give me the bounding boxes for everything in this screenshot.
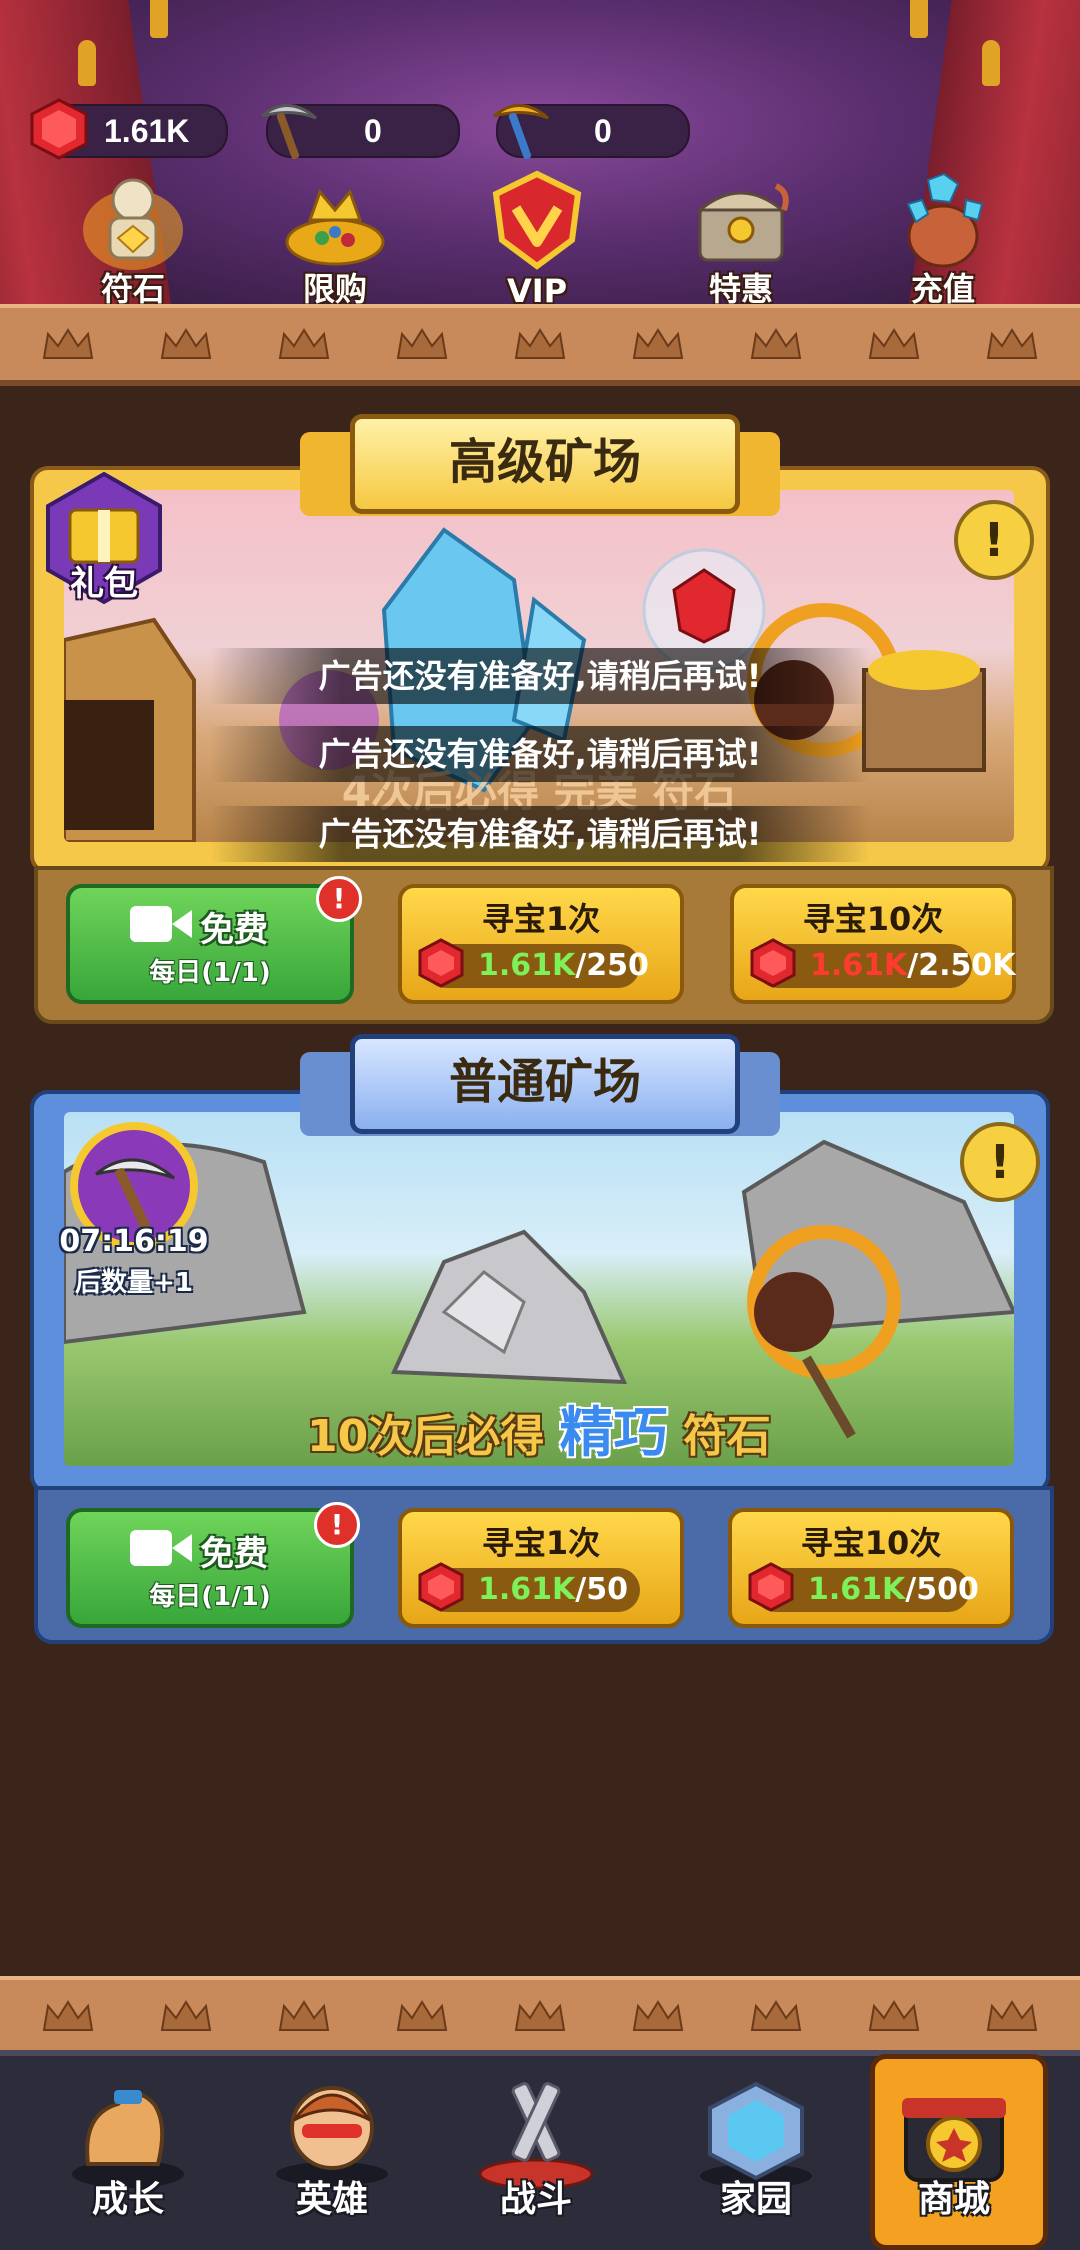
- red-gem-icon: [750, 938, 796, 988]
- normal-ten-draw-button[interactable]: 寻宝10次 1.61K/500: [728, 1508, 1014, 1628]
- normal-free-label: 免费: [200, 1534, 268, 1574]
- toast-message: 广告还没有准备好,请稍后再试!: [210, 806, 870, 862]
- pickaxe-refill-timer: 07:16:19 后数量+1: [59, 1120, 209, 1298]
- normal-free-button[interactable]: 免费 每日(1/1): [66, 1508, 354, 1628]
- pickaxe-count: 0: [364, 113, 382, 149]
- tassel-decoration: [910, 0, 928, 38]
- advanced-free-button[interactable]: 免费 每日(1/1): [66, 884, 354, 1004]
- crown-icon: [42, 2000, 94, 2031]
- gem-count: 1.61K: [104, 113, 190, 149]
- advanced-single-draw-label: 寻宝1次: [481, 900, 601, 938]
- advanced-ten-draw-button[interactable]: 寻宝10次 1.61K/2.50K: [730, 884, 1016, 1004]
- video-camera-icon: [130, 906, 192, 942]
- advanced-free-label: 免费: [200, 910, 268, 950]
- normal-free-alert-badge: !: [314, 1502, 360, 1548]
- advanced-free-alert-badge: !: [316, 876, 362, 922]
- nav-shop[interactable]: 商城: [864, 2070, 1044, 2240]
- advanced-mine-title: 高级矿场: [350, 414, 740, 514]
- crown-icon: [278, 2000, 330, 2031]
- normal-single-draw-button[interactable]: 寻宝1次 1.61K/50: [398, 1508, 684, 1628]
- crown-icon: [42, 328, 94, 359]
- advanced-free-daily: 每日(1/1): [149, 958, 271, 988]
- menu-recharge[interactable]: 充值: [868, 170, 1018, 310]
- normal-info-button[interactable]: !: [960, 1122, 1040, 1202]
- menu-vip[interactable]: VIP: [462, 170, 612, 310]
- pickaxe-timer: 07:16:19: [59, 1224, 209, 1259]
- normal-mine-title: 普通矿场: [350, 1034, 740, 1134]
- top-stage-background: 1.61K 0 0 符石 限购 VIP 特惠 充值: [0, 0, 1080, 310]
- gem-bag-icon: [906, 172, 984, 268]
- gift-pack-label: 礼包: [70, 564, 138, 604]
- advanced-info-button[interactable]: !: [954, 500, 1034, 580]
- menu-rune[interactable]: 符石: [58, 170, 208, 310]
- tassel-decoration: [150, 0, 168, 38]
- normal-ten-draw-label: 寻宝10次: [800, 1524, 942, 1562]
- normal-ten-price: /500: [905, 1572, 979, 1607]
- nav-heroes[interactable]: 英雄: [242, 2070, 422, 2240]
- nav-home[interactable]: 家园: [666, 2070, 846, 2240]
- crown-icon: [160, 2000, 212, 2031]
- gift-pack-button[interactable]: 礼包: [34, 470, 174, 610]
- crown-icon: [278, 328, 330, 359]
- nav-battle[interactable]: 战斗: [446, 2070, 626, 2240]
- crown-icon: [868, 2000, 920, 2031]
- crown-icon: [750, 328, 802, 359]
- crown-icon: [868, 328, 920, 359]
- toast-message: 广告还没有准备好,请稍后再试!: [210, 648, 870, 704]
- crown-band-top: [0, 304, 1080, 386]
- normal-single-price: /50: [575, 1572, 628, 1607]
- crown-icon: [396, 2000, 448, 2031]
- normal-guarantee-quality: 精巧: [559, 1401, 668, 1464]
- normal-free-daily: 每日(1/1): [149, 1582, 271, 1612]
- advanced-ten-price: /2.50K: [907, 948, 1016, 983]
- crown-icon: [396, 328, 448, 359]
- advanced-ten-have: 1.61K: [810, 948, 908, 983]
- normal-guarantee-text: 10次后必得 精巧 符石: [64, 1388, 1014, 1466]
- nav-growth[interactable]: 成长: [38, 2070, 218, 2240]
- crown-icon: [514, 2000, 566, 2031]
- nav-home-label: 家园: [719, 2179, 792, 2220]
- normal-single-have: 1.61K: [478, 1572, 576, 1607]
- advanced-single-price: /250: [575, 948, 649, 983]
- rune-statue-icon: [83, 178, 183, 270]
- crown-icon: [514, 328, 566, 359]
- nav-growth-label: 成长: [91, 2179, 164, 2220]
- crown-icon: [632, 328, 684, 359]
- pickaxe-icon: [261, 104, 317, 160]
- normal-single-draw-label: 寻宝1次: [481, 1524, 601, 1562]
- advanced-single-have: 1.61K: [478, 948, 576, 983]
- crown-icon: [632, 2000, 684, 2031]
- golden-pickaxe-icon: [493, 104, 549, 160]
- normal-guarantee-suffix: 符石: [682, 1411, 771, 1462]
- golden-pickaxe-count: 0: [594, 113, 612, 149]
- nav-heroes-label: 英雄: [295, 2179, 368, 2220]
- normal-guarantee-prefix: 10次后必得: [307, 1411, 545, 1462]
- menu-limited[interactable]: 限购: [260, 170, 410, 310]
- menu-special-offer[interactable]: 特惠: [666, 170, 816, 310]
- crown-icon: [160, 328, 212, 359]
- red-gem-icon: [30, 98, 88, 160]
- video-camera-icon: [130, 1530, 192, 1566]
- nav-shop-label: 商城: [917, 2179, 990, 2220]
- nav-battle-label: 战斗: [499, 2179, 572, 2220]
- vip-badge-icon: [492, 170, 582, 270]
- crown-icon: [750, 2000, 802, 2031]
- normal-ten-have: 1.61K: [808, 1572, 906, 1607]
- advanced-ten-draw-label: 寻宝10次: [802, 900, 944, 938]
- red-gem-icon: [418, 1562, 464, 1612]
- special-chest-icon: [695, 183, 789, 262]
- toast-message: 广告还没有准备好,请稍后再试!: [210, 726, 870, 782]
- treasure-pile-icon: [285, 189, 385, 266]
- tassel-decoration: [78, 40, 96, 86]
- tassel-decoration: [982, 40, 1000, 86]
- crown-icon: [986, 2000, 1038, 2031]
- red-gem-icon: [418, 938, 464, 988]
- advanced-single-draw-button[interactable]: 寻宝1次 1.61K/250: [398, 884, 684, 1004]
- pickaxe-timer-suffix: 后数量+1: [75, 1268, 193, 1298]
- red-gem-icon: [748, 1562, 794, 1612]
- crown-band-bottom: [0, 1976, 1080, 2058]
- crown-icon: [986, 328, 1038, 359]
